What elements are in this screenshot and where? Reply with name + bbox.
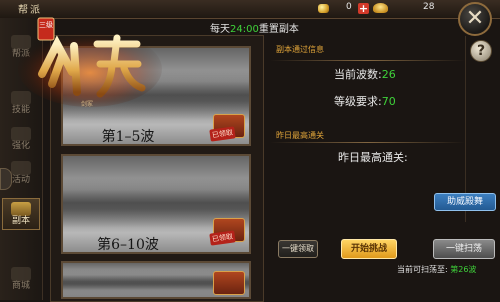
sidebar-scroll-handle[interactable]	[0, 168, 12, 190]
yesterday-best-row: 昨日最高通关:	[338, 149, 408, 165]
pass-info-title: 副本通过信息	[276, 45, 324, 54]
current-wave-row: 当前波数:26	[334, 66, 396, 82]
dungeon-logo: 三级 剑冢	[18, 17, 162, 108]
yesterday-best-label: 昨日最高通关:	[338, 151, 408, 164]
daily-reset-prefix: 每天	[210, 24, 230, 35]
level-requirement-label: 等级要求:	[334, 95, 382, 108]
sidebar-item-shop[interactable]: 商城	[2, 264, 40, 292]
treasure-chest-icon	[213, 271, 245, 295]
gold-ingot-icon	[373, 3, 388, 13]
current-wave-value: 26	[381, 68, 396, 81]
gold-coin-icon	[318, 4, 329, 13]
sweep-status: 当前可扫荡至: 第26波	[397, 264, 476, 275]
gold-amount: 0	[346, 2, 352, 12]
wave-label: 第6–10波	[97, 237, 159, 253]
sidebar-item-enhance[interactable]: 强化	[2, 124, 40, 152]
daily-reset-time: 24:00	[230, 24, 259, 35]
enhance-icon	[11, 127, 31, 141]
wave-card[interactable]	[61, 261, 251, 299]
one-key-claim-button[interactable]: 一键领取	[278, 240, 318, 258]
current-wave-label: 当前波数:	[334, 68, 382, 81]
close-icon: ✕	[465, 6, 485, 31]
logo-badge: 三级	[39, 20, 53, 29]
cheer-dance-button[interactable]: 助威殿舞	[434, 193, 496, 211]
yesterday-best-title: 昨日最高通关	[276, 131, 324, 140]
divider	[270, 60, 465, 61]
sweep-status-value: 第26波	[450, 265, 477, 274]
wave-card[interactable]: 第6–10波 已领取	[61, 154, 251, 254]
add-currency-button[interactable]: +	[358, 3, 369, 14]
activity-icon	[11, 161, 31, 175]
help-icon: ?	[476, 43, 486, 59]
logo-title: 剑冢	[81, 100, 93, 108]
sidebar-item-label: 副本	[11, 216, 30, 226]
sidebar-item-label: 强化	[11, 141, 30, 151]
sidebar-item-label: 商城	[11, 281, 30, 291]
sidebar-item-dungeon[interactable]: 副本	[2, 198, 40, 230]
start-challenge-button[interactable]: 开始挑战	[341, 239, 397, 259]
shop-icon	[11, 267, 31, 281]
claimed-stamp: 已领取	[209, 126, 236, 142]
help-button[interactable]: ?	[470, 40, 492, 62]
level-requirement-value: 70	[381, 95, 396, 108]
close-button[interactable]: ✕	[458, 2, 492, 36]
dungeon-icon	[11, 202, 31, 216]
divider	[270, 142, 465, 143]
wave-label: 第1–5波	[101, 129, 155, 145]
sweep-status-label: 当前可扫荡至:	[397, 265, 448, 274]
level-requirement-row: 等级要求:70	[334, 93, 396, 109]
claimed-stamp: 已领取	[209, 230, 236, 246]
one-key-sweep-button[interactable]: 一键扫荡	[433, 239, 495, 259]
ingot-amount: 28	[423, 2, 435, 12]
daily-reset-notice: 每天24:00重置副本	[210, 20, 299, 35]
daily-reset-suffix: 重置副本	[258, 24, 299, 35]
